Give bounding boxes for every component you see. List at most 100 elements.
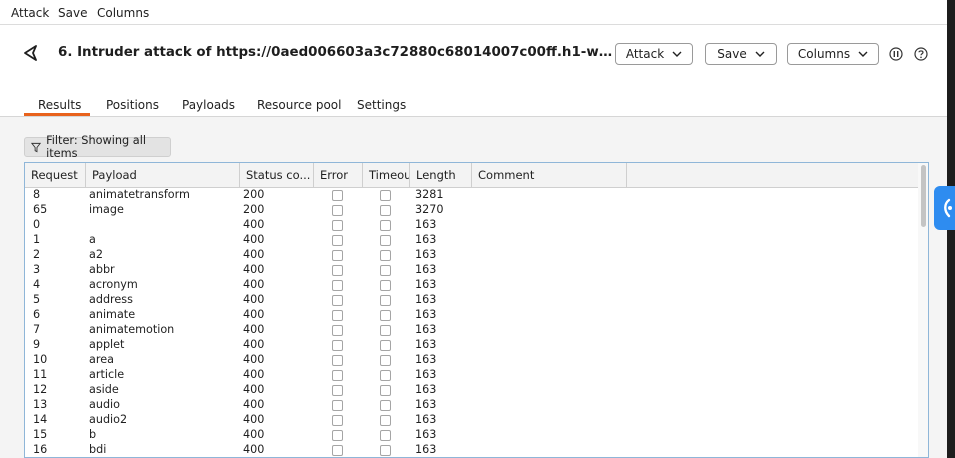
table-row[interactable]: 9 applet 400 163 (25, 337, 625, 352)
cell-payload: a (89, 233, 96, 246)
table-row[interactable]: 8 animatetransform 200 3281 (25, 187, 625, 202)
filter-bar[interactable]: Filter: Showing all items (24, 134, 171, 160)
table-row[interactable]: 10 area 400 163 (25, 352, 625, 367)
cell-status: 400 (243, 248, 265, 261)
cell-request: 3 (33, 263, 41, 276)
tab-payloads[interactable]: Payloads (182, 98, 235, 112)
cell-length: 3270 (415, 203, 444, 216)
help-icon[interactable] (914, 47, 928, 61)
table-body: 8 animatetransform 200 3281 65 image 200 3270 0 4… (25, 187, 625, 457)
error-checkbox (332, 400, 343, 411)
cell-request: 14 (33, 413, 48, 426)
table-header: Request Payload Status co... Error Timeo… (25, 163, 920, 188)
attack-button-label: Attack (625, 47, 665, 61)
attack-title: 6. Intruder attack of https://0aed006603… (58, 45, 614, 60)
vertical-scrollbar[interactable] (918, 163, 928, 457)
table-row[interactable]: 5 address 400 163 (25, 292, 625, 307)
timeout-checkbox (380, 385, 391, 396)
cell-length: 163 (415, 308, 437, 321)
table-row[interactable]: 16 bdi 400 163 (25, 442, 625, 457)
table-row[interactable]: 0 400 163 (25, 217, 625, 232)
menu-save[interactable]: Save (58, 6, 87, 20)
table-row[interactable]: 13 audio 400 163 (25, 397, 625, 412)
save-button[interactable]: Save (705, 43, 777, 65)
tab-bar: Results Positions Payloads Resource pool… (0, 85, 947, 117)
cell-payload: aside (89, 383, 119, 396)
menu-bar: Attack Save Columns (0, 0, 947, 25)
column-header-request[interactable]: Request (25, 163, 86, 187)
error-checkbox (332, 370, 343, 381)
cell-request: 13 (33, 398, 48, 411)
cell-status: 400 (243, 428, 265, 441)
table-row[interactable]: 12 aside 400 163 (25, 382, 625, 397)
cell-request: 8 (33, 188, 41, 201)
error-checkbox (332, 190, 343, 201)
menu-columns[interactable]: Columns (97, 6, 149, 20)
error-checkbox (332, 295, 343, 306)
tab-resource-pool[interactable]: Resource pool (257, 98, 341, 112)
cell-status: 400 (243, 413, 265, 426)
timeout-checkbox (380, 415, 391, 426)
cell-payload: image (89, 203, 124, 216)
table-row[interactable]: 6 animate 400 163 (25, 307, 625, 322)
timeout-checkbox (380, 310, 391, 321)
pause-icon[interactable] (889, 47, 903, 61)
cell-request: 10 (33, 353, 48, 366)
error-checkbox (332, 355, 343, 366)
filter-label: Filter: Showing all items (46, 134, 147, 160)
menu-attack[interactable]: Attack (11, 6, 49, 20)
table-row[interactable]: 1 a 400 163 (25, 232, 625, 247)
scrollbar-thumb[interactable] (921, 165, 926, 227)
table-row[interactable]: 7 animatemotion 400 163 (25, 322, 625, 337)
save-button-label: Save (717, 47, 747, 61)
column-header-status[interactable]: Status co... (240, 163, 314, 187)
error-checkbox (332, 415, 343, 426)
cell-request: 9 (33, 338, 41, 351)
chevron-down-icon (755, 51, 765, 57)
column-label: Error (320, 168, 349, 182)
column-header-comment[interactable]: Comment (472, 163, 627, 187)
tab-settings[interactable]: Settings (357, 98, 406, 112)
table-row[interactable]: 65 image 200 3270 (25, 202, 625, 217)
timeout-checkbox (380, 235, 391, 246)
column-header-timeout[interactable]: Timeout (363, 163, 410, 187)
cell-length: 163 (415, 368, 437, 381)
table-row[interactable]: 11 article 400 163 (25, 367, 625, 382)
attack-button[interactable]: Attack (615, 43, 693, 65)
table-row[interactable]: 2 a2 400 163 (25, 247, 625, 262)
cell-status: 400 (243, 278, 265, 291)
table-row[interactable]: 14 audio2 400 163 (25, 412, 625, 427)
cell-payload: abbr (89, 263, 115, 276)
columns-button-label: Columns (797, 47, 851, 61)
table-row[interactable]: 4 acronym 400 163 (25, 277, 625, 292)
column-header-error[interactable]: Error (314, 163, 363, 187)
error-checkbox (332, 235, 343, 246)
cell-payload: audio2 (89, 413, 128, 426)
timeout-checkbox (380, 220, 391, 231)
cell-request: 4 (33, 278, 41, 291)
table-row[interactable]: 15 b 400 163 (25, 427, 625, 442)
cell-payload: acronym (89, 278, 138, 291)
column-label: Timeout (369, 168, 409, 182)
cell-payload: audio (89, 398, 121, 411)
column-header-length[interactable]: Length (410, 163, 472, 187)
columns-button[interactable]: Columns (787, 43, 879, 65)
back-arrow-icon[interactable] (22, 45, 40, 61)
error-checkbox (332, 250, 343, 261)
cell-status: 400 (243, 218, 265, 231)
tab-results[interactable]: Results (38, 98, 81, 112)
timeout-checkbox (380, 400, 391, 411)
cell-length: 163 (415, 353, 437, 366)
error-checkbox (332, 310, 343, 321)
tab-positions[interactable]: Positions (106, 98, 159, 112)
error-checkbox (332, 430, 343, 441)
cell-length: 163 (415, 443, 437, 456)
cell-request: 6 (33, 308, 41, 321)
timeout-checkbox (380, 445, 391, 456)
column-label: Length (416, 168, 456, 182)
table-row[interactable]: 3 abbr 400 163 (25, 262, 625, 277)
side-widget[interactable] (934, 186, 955, 230)
cell-status: 400 (243, 323, 265, 336)
cell-length: 163 (415, 383, 437, 396)
column-header-payload[interactable]: Payload (86, 163, 240, 187)
